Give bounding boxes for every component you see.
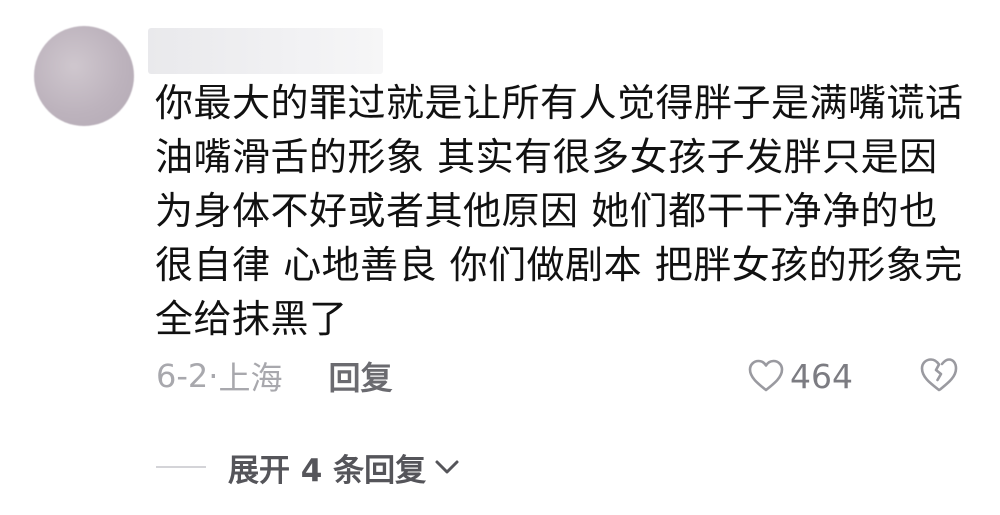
chevron-down-icon	[426, 458, 460, 476]
comment-location: 上海	[218, 359, 283, 397]
expand-replies-label: 展开 4 条回复	[228, 452, 427, 489]
username-blurred[interactable]	[148, 28, 383, 74]
comment-date: 6-2	[156, 357, 209, 395]
meta-separator: ·	[208, 357, 219, 395]
like-count: 464	[790, 356, 853, 396]
broken-heart-icon	[920, 358, 958, 397]
avatar[interactable]	[34, 26, 134, 126]
expand-divider	[156, 466, 206, 468]
comment-item: 你最大的罪过就是让所有人觉得胖子是满嘴谎话油嘴滑舌的形象 其实有很多女孩子发胖只…	[0, 0, 1000, 515]
reply-button[interactable]: 回复	[328, 353, 392, 399]
comment-meta: 6-2 · 上海 回复	[156, 354, 392, 398]
expand-replies: 展开 4 条回复	[156, 442, 460, 492]
expand-replies-button[interactable]: 展开 4 条回复	[228, 445, 460, 490]
heart-icon	[748, 359, 784, 393]
comment-text: 你最大的罪过就是让所有人觉得胖子是满嘴谎话油嘴滑舌的形象 其实有很多女孩子发胖只…	[155, 81, 964, 341]
like-button[interactable]: 464	[748, 354, 853, 398]
dislike-button[interactable]	[920, 357, 958, 397]
